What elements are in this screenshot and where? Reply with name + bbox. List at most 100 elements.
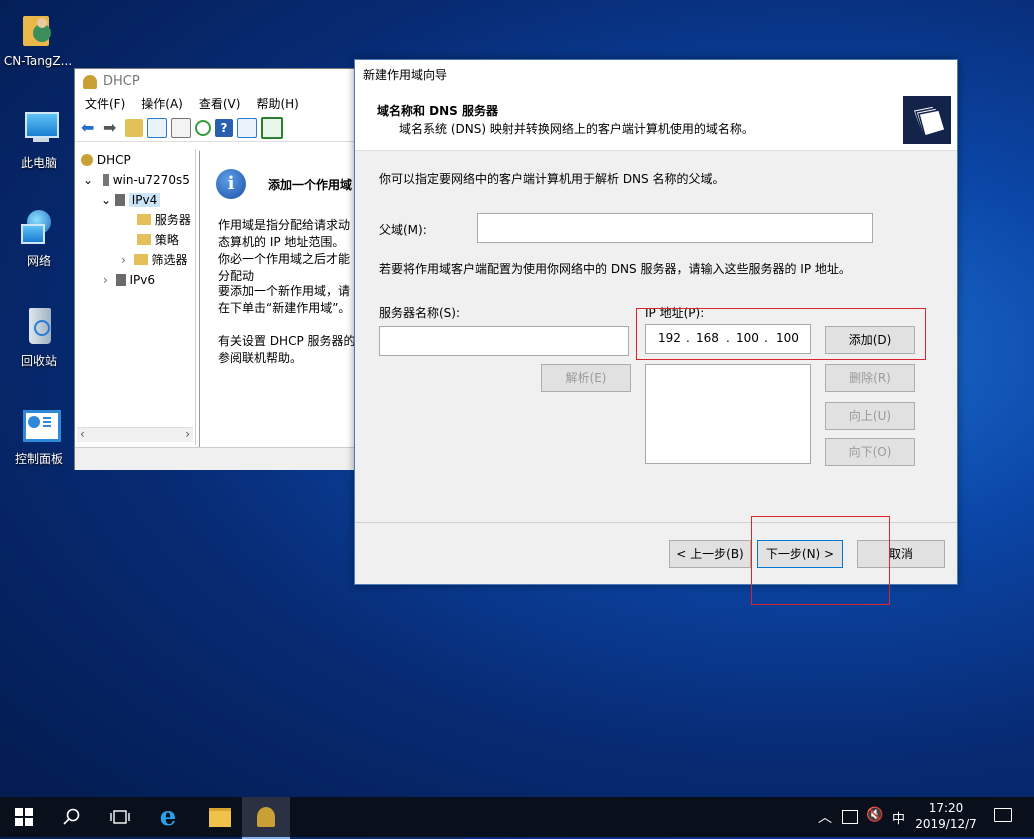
desktop-icon-network[interactable]: 网络 xyxy=(3,208,75,269)
chevron-right-icon[interactable]: › xyxy=(121,253,126,267)
info-pane: i 添加一个作用域 作用域是指分配给请求动态算机的 IP 地址范围。你必一个作用… xyxy=(199,151,370,447)
dhcp-icon xyxy=(81,154,93,166)
server-name-field[interactable] xyxy=(379,326,629,356)
wizard-folders-icon xyxy=(903,96,951,144)
dns-instruction: 若要将作用域客户端配置为使用你网络中的 DNS 服务器，请输入这些服务器的 IP… xyxy=(379,262,851,276)
desktop-icon-label: 网络 xyxy=(26,254,51,268)
server-icon xyxy=(102,174,109,186)
dhcp-window-title: DHCP xyxy=(75,69,365,95)
chevron-down-icon[interactable]: ⌄ xyxy=(83,173,93,187)
desktop-icon-label: 回收站 xyxy=(20,354,57,368)
desktop-icon-recycle-bin[interactable]: 回收站 xyxy=(3,306,75,369)
status-bar xyxy=(75,447,365,470)
filter-folder-icon xyxy=(133,254,148,265)
forward-arrow-icon[interactable]: ➡ xyxy=(103,119,121,137)
dhcp-taskbar-icon xyxy=(257,807,275,827)
user-folder-icon xyxy=(21,10,55,50)
intro-text: 你可以指定要网络中的客户端计算机用于解析 DNS 名称的父域。 xyxy=(379,172,725,186)
desktop-icon-this-pc[interactable]: 此电脑 xyxy=(3,108,75,171)
server-name-label: 服务器名称(S): xyxy=(379,306,461,320)
console-tree: DHCP ⌄ win-u7270s5 ⌄ IPv4 服务器 策略 › 筛选器 › xyxy=(75,149,196,445)
network-icon xyxy=(19,208,59,248)
new-scope-wizard[interactable]: 新建作用域向导 域名称和 DNS 服务器 域名系统 (DNS) 映射并转换网络上… xyxy=(354,59,958,585)
next-highlight-box xyxy=(751,516,890,605)
scroll-left-icon[interactable]: ‹ xyxy=(80,427,85,441)
dhcp-app-icon xyxy=(83,75,97,89)
taskbar-dhcp[interactable] xyxy=(242,797,290,839)
dhcp-console-window[interactable]: DHCP 文件(F) 操作(A) 查看(V) 帮助(H) ⬅ ➡ ? DHCP … xyxy=(74,68,366,470)
wizard-header-subtitle: 域名系统 (DNS) 映射并转换网络上的客户端计算机使用的域名称。 xyxy=(399,122,754,136)
taskbar: e ︿ 🔇 中 17:20 2019/12/7 xyxy=(0,797,1034,839)
windows-logo-icon xyxy=(15,808,33,826)
desktop-icon-label: 此电脑 xyxy=(20,156,57,170)
desktop-icon-label: CN-TangZ... xyxy=(3,54,73,68)
info-icon: i xyxy=(216,169,246,199)
control-panel-icon xyxy=(19,408,61,446)
info-paragraph: 作用域是指分配给请求动态算机的 IP 地址范围。你必一个作用域之后才能分配动 xyxy=(218,218,351,283)
tree-node-filters[interactable]: › 筛选器 xyxy=(121,251,187,269)
show-tree-icon[interactable] xyxy=(147,118,167,138)
up-folder-icon[interactable] xyxy=(125,119,143,137)
ip-highlight-box xyxy=(636,308,926,360)
properties-icon[interactable] xyxy=(171,118,191,138)
task-view-button[interactable] xyxy=(96,797,144,837)
dhcp-menubar: 文件(F) 操作(A) 查看(V) 帮助(H) xyxy=(75,95,365,115)
help-icon[interactable]: ? xyxy=(215,119,233,137)
chevron-right-icon[interactable]: › xyxy=(103,273,108,287)
dns-server-list[interactable] xyxy=(645,364,811,464)
ipv4-icon xyxy=(114,194,125,206)
list-view-icon[interactable] xyxy=(237,118,257,138)
move-down-button[interactable]: 向下(O) xyxy=(825,438,915,466)
scroll-right-icon[interactable]: › xyxy=(185,427,190,441)
menu-action[interactable]: 操作(A) xyxy=(141,95,183,115)
notification-center-icon[interactable] xyxy=(994,808,1012,822)
tree-node-policies[interactable]: 策略 xyxy=(137,231,179,249)
recycle-bin-icon xyxy=(19,306,59,348)
parent-domain-field[interactable] xyxy=(477,213,873,243)
tree-node-server-options[interactable]: 服务器 xyxy=(137,211,191,229)
desktop-icon-label: 控制面板 xyxy=(14,452,63,466)
wizard-header: 域名称和 DNS 服务器 域名系统 (DNS) 映射并转换网络上的客户端计算机使… xyxy=(355,90,957,151)
taskbar-ie[interactable]: e xyxy=(144,797,192,837)
tree-node-server[interactable]: ⌄ win-u7270s5 xyxy=(83,171,190,189)
info-title: 添加一个作用域 xyxy=(268,178,353,192)
task-view-icon xyxy=(110,810,130,824)
clock-time: 17:20 xyxy=(928,801,964,815)
info-paragraph: 有关设置 DHCP 服务器的参阅联机帮助。 xyxy=(218,334,356,365)
menu-view[interactable]: 查看(V) xyxy=(199,95,241,115)
info-paragraph: 要添加一个新作用域，请在下单击“新建作用域”。 xyxy=(218,284,351,315)
dhcp-toolbar: ⬅ ➡ ? xyxy=(75,115,365,142)
menu-help[interactable]: 帮助(H) xyxy=(256,95,298,115)
chevron-down-icon[interactable]: ⌄ xyxy=(101,193,111,207)
desktop-icon-user-folder[interactable]: CN-TangZ... xyxy=(2,10,74,68)
clock-date: 2019/12/7 xyxy=(915,817,977,831)
parent-domain-label: 父域(M): xyxy=(379,223,427,237)
move-up-button[interactable]: 向上(U) xyxy=(825,402,915,430)
desktop-icon-control-panel[interactable]: 控制面板 xyxy=(3,408,75,467)
wizard-title: 新建作用域向导 xyxy=(355,60,957,90)
start-button[interactable] xyxy=(0,797,48,837)
network-tray-icon[interactable] xyxy=(842,810,858,824)
folder-icon xyxy=(137,214,151,225)
clock[interactable]: 17:20 2019/12/7 xyxy=(910,800,982,832)
show-hidden-icons[interactable]: ︿ xyxy=(818,807,832,827)
tree-node-ipv4[interactable]: ⌄ IPv4 xyxy=(101,191,161,209)
tree-horizontal-scrollbar[interactable]: ‹ › xyxy=(77,427,193,442)
tree-node-dhcp[interactable]: DHCP xyxy=(81,151,131,169)
back-arrow-icon[interactable]: ⬅ xyxy=(81,119,99,137)
monitor-icon[interactable] xyxy=(261,117,283,139)
folder-icon xyxy=(137,234,151,245)
remove-button[interactable]: 删除(R) xyxy=(825,364,915,392)
resolve-button[interactable]: 解析(E) xyxy=(541,364,631,392)
volume-muted-icon[interactable]: 🔇 xyxy=(866,807,883,823)
refresh-icon[interactable] xyxy=(195,120,211,136)
wizard-header-title: 域名称和 DNS 服务器 xyxy=(377,104,499,118)
taskbar-file-explorer[interactable] xyxy=(196,797,244,837)
tree-node-ipv6[interactable]: › IPv6 xyxy=(103,271,155,289)
back-button[interactable]: < 上一步(B) xyxy=(669,540,751,568)
computer-icon xyxy=(19,108,59,150)
search-button[interactable] xyxy=(48,797,96,837)
internet-explorer-icon: e xyxy=(159,802,177,832)
ime-indicator[interactable]: 中 xyxy=(892,808,905,827)
menu-file[interactable]: 文件(F) xyxy=(85,95,125,115)
